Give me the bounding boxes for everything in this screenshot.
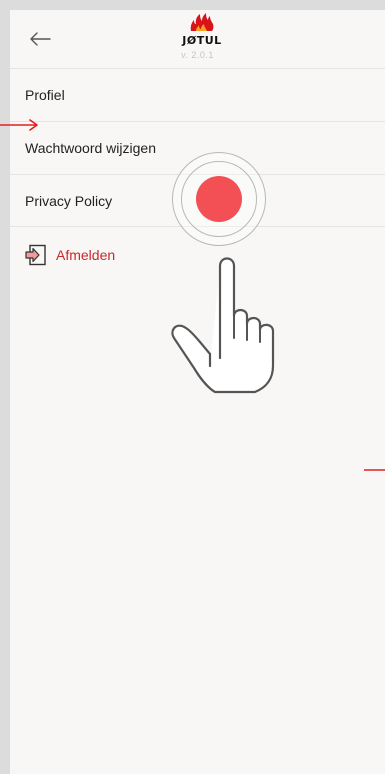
app-version: v. 2.0.1 <box>181 50 214 60</box>
annotation-arrow-left-icon <box>0 119 38 131</box>
menu-item-label: Wachtwoord wijzigen <box>25 140 156 156</box>
logout-button[interactable]: Afmelden <box>25 244 115 266</box>
menu-item-label: Privacy Policy <box>25 192 113 209</box>
logout-label: Afmelden <box>56 247 116 263</box>
settings-screen: JØTUL v. 2.0.1 Profiel Wachtwoord wijzig… <box>10 10 385 774</box>
tap-indicator-dot <box>196 176 242 222</box>
menu-item-profiel[interactable]: Profiel <box>10 68 385 121</box>
brand-logo: JØTUL <box>172 12 232 52</box>
pointing-hand-icon <box>171 257 275 394</box>
arrow-left-icon <box>30 32 51 46</box>
flame-logo-icon <box>190 13 214 31</box>
menu-item-label: Profiel <box>25 87 65 103</box>
sign-out-icon <box>25 244 46 266</box>
brand-name: JØTUL <box>182 34 222 47</box>
annotation-marker-right-icon <box>364 469 385 471</box>
top-bar: JØTUL v. 2.0.1 <box>10 10 385 68</box>
